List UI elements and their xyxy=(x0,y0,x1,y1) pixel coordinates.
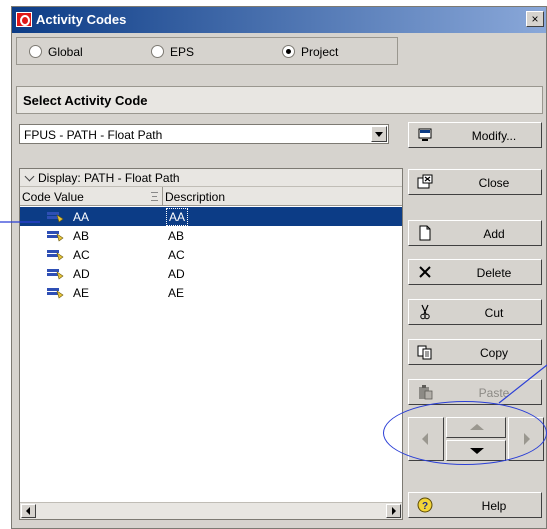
close-button-label: Close xyxy=(478,176,510,190)
cut-button[interactable]: Cut xyxy=(408,299,542,325)
move-up-button[interactable] xyxy=(446,417,506,438)
activity-code-icon xyxy=(47,231,64,242)
column-header-code-value-label: Code Value xyxy=(22,190,84,204)
select-activity-code-header: Select Activity Code xyxy=(16,86,543,114)
horizontal-scrollbar[interactable] xyxy=(20,502,402,519)
copy-icon xyxy=(417,345,432,360)
paste-icon xyxy=(419,385,433,400)
delete-x-icon xyxy=(419,266,431,278)
table-row[interactable]: AD AD xyxy=(20,264,402,283)
modify-button-label: Modify... xyxy=(471,129,517,143)
column-header-description[interactable]: Description xyxy=(163,187,402,206)
scroll-right-button[interactable] xyxy=(386,504,401,518)
description-cell[interactable]: AE xyxy=(168,286,184,300)
modify-icon xyxy=(418,128,432,141)
sort-icon xyxy=(151,192,158,201)
scope-radio-group: Global EPS Project xyxy=(16,37,398,65)
description-cell[interactable]: AC xyxy=(168,248,185,262)
add-button-label: Add xyxy=(483,227,505,241)
copy-button-label: Copy xyxy=(479,346,508,360)
arrow-up-icon xyxy=(470,424,484,430)
cut-button-label: Cut xyxy=(484,306,504,320)
description-cell[interactable]: AA xyxy=(166,208,189,226)
paste-button-label: Paste xyxy=(478,386,510,400)
window-close-button[interactable]: × xyxy=(526,11,544,27)
table-row[interactable]: AB AB xyxy=(20,226,402,245)
window-title: Activity Codes xyxy=(36,12,127,27)
code-value-cell: AA xyxy=(73,210,90,224)
move-down-button[interactable] xyxy=(446,440,506,461)
radio-project-label: Project xyxy=(301,45,339,59)
activity-codes-dialog: Activity Codes × Global EPS Project Sele… xyxy=(11,6,547,529)
activity-code-icon xyxy=(47,288,64,299)
table-row[interactable]: AA AA xyxy=(20,207,402,226)
scroll-left-button[interactable] xyxy=(21,504,36,518)
navigation-pad xyxy=(408,417,544,461)
close-window-icon xyxy=(417,174,433,189)
move-left-button[interactable] xyxy=(408,417,444,461)
description-cell[interactable]: AB xyxy=(168,229,184,243)
help-button-label: Help xyxy=(481,499,507,513)
column-header-code-value[interactable]: Code Value xyxy=(20,187,163,206)
radio-project-circle[interactable] xyxy=(282,45,295,58)
paste-button[interactable]: Paste xyxy=(408,379,542,405)
code-value-cell: AD xyxy=(73,267,90,281)
modify-button[interactable]: Modify... xyxy=(408,122,542,148)
activity-code-select[interactable]: FPUS - PATH - Float Path xyxy=(19,124,389,144)
oracle-logo-icon xyxy=(16,12,32,27)
table-row[interactable]: AC AC xyxy=(20,245,402,264)
arrow-left-icon xyxy=(422,433,428,445)
scissors-icon xyxy=(420,304,430,320)
delete-button[interactable]: Delete xyxy=(408,259,542,285)
help-icon: ? xyxy=(417,497,433,513)
arrow-right-icon xyxy=(524,433,530,445)
arrow-down-icon xyxy=(470,448,484,454)
activity-code-select-value: FPUS - PATH - Float Path xyxy=(24,128,163,142)
activity-code-icon xyxy=(47,250,64,261)
add-button[interactable]: Add xyxy=(408,220,542,246)
code-value-cell: AC xyxy=(73,248,90,262)
group-band[interactable]: Display: PATH - Float Path xyxy=(20,169,402,187)
code-value-cell: AE xyxy=(73,286,90,300)
close-button[interactable]: Close xyxy=(408,169,542,195)
column-header-description-label: Description xyxy=(165,190,226,204)
table-row[interactable]: AE AE xyxy=(20,283,402,302)
svg-text:?: ? xyxy=(422,501,428,512)
description-cell[interactable]: AD xyxy=(168,267,185,281)
activity-code-icon xyxy=(47,269,64,280)
new-document-icon xyxy=(419,225,431,241)
activity-code-icon xyxy=(47,212,64,223)
code-value-cell: AB xyxy=(73,229,90,243)
delete-button-label: Delete xyxy=(476,266,512,280)
chevron-down-icon[interactable] xyxy=(371,126,387,142)
radio-global-label: Global xyxy=(48,45,83,59)
radio-eps-label: EPS xyxy=(170,45,195,59)
move-right-button[interactable] xyxy=(508,417,544,461)
copy-button[interactable]: Copy xyxy=(408,339,542,365)
chevron-down-icon[interactable] xyxy=(24,171,35,182)
group-band-label: Display: PATH - Float Path xyxy=(38,171,180,185)
activity-code-grid: Display: PATH - Float Path Code Value De… xyxy=(19,168,403,520)
title-bar[interactable]: Activity Codes × xyxy=(12,7,546,33)
help-button[interactable]: ? Help xyxy=(408,492,542,518)
radio-eps-circle[interactable] xyxy=(151,45,164,58)
radio-global-circle[interactable] xyxy=(29,45,42,58)
